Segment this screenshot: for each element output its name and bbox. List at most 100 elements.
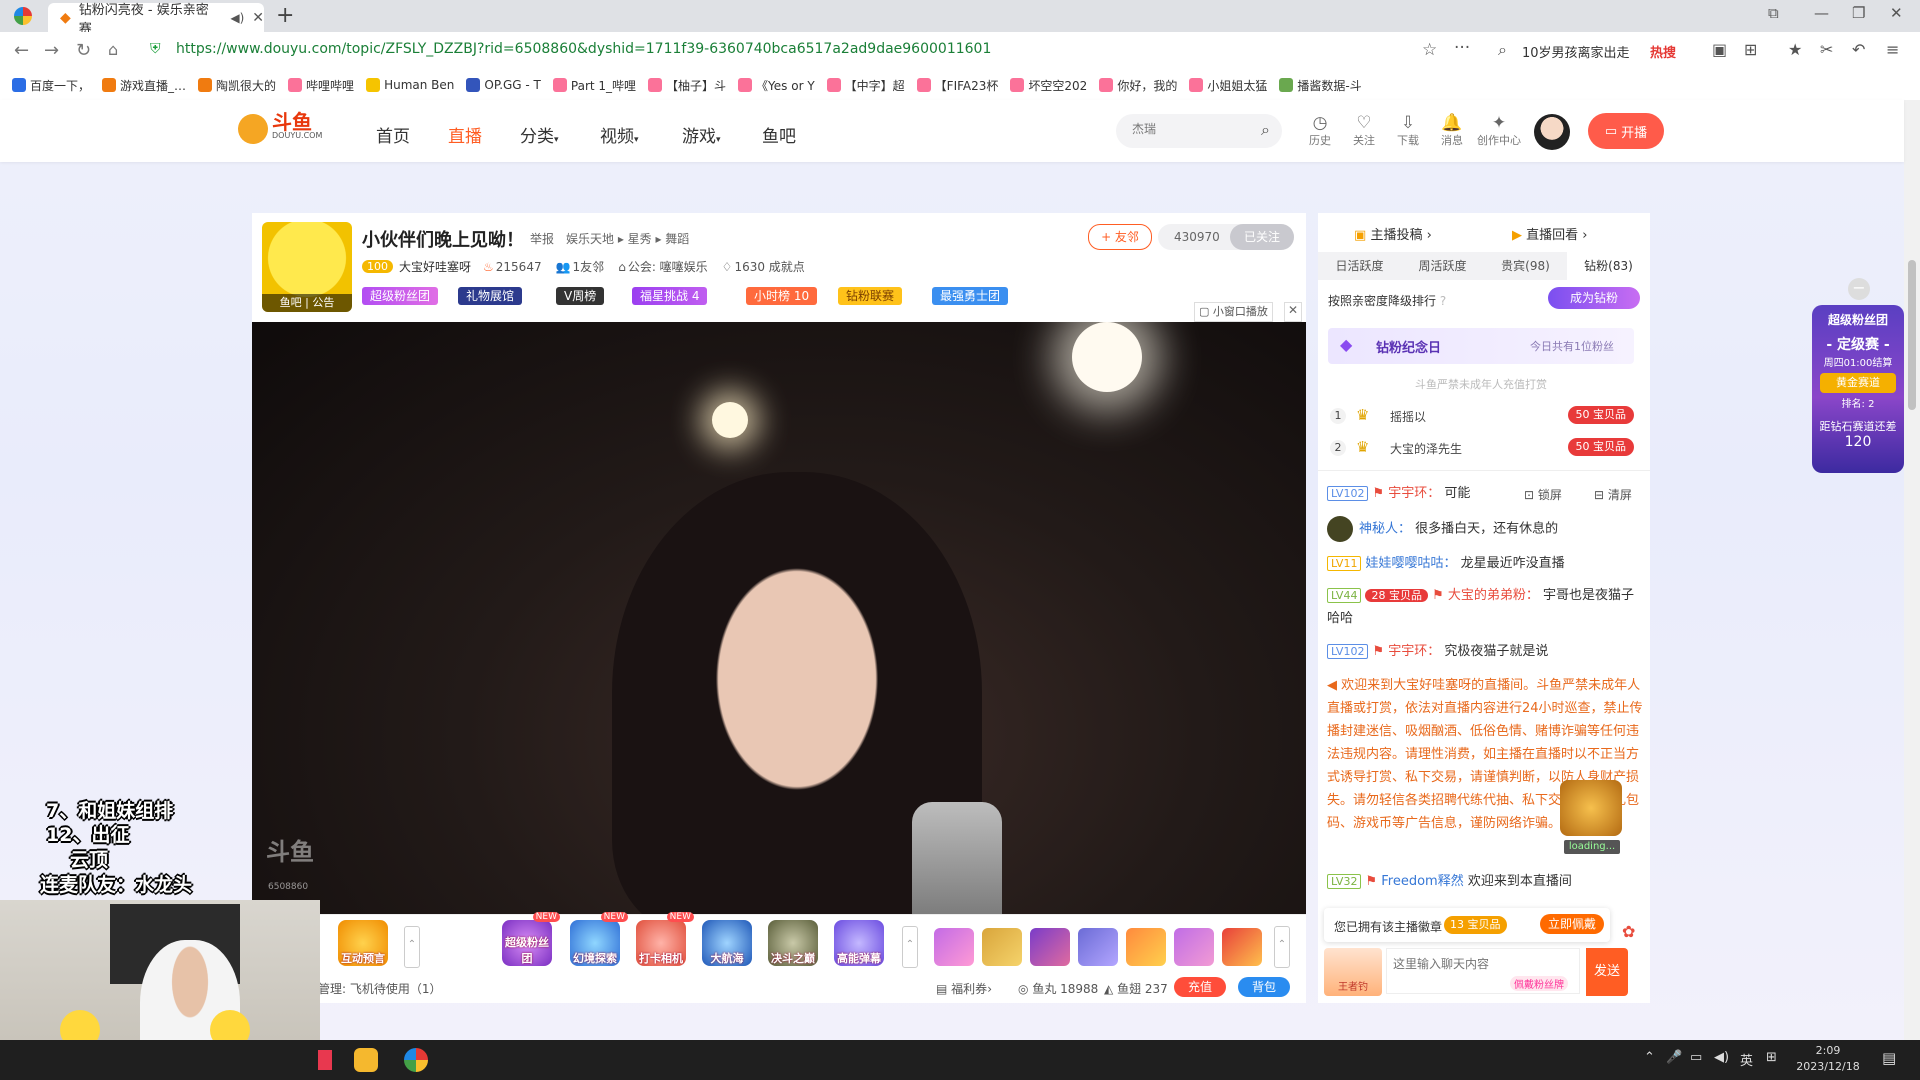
gift-checkin-camera[interactable]: NEW 打卡相机 bbox=[636, 912, 694, 966]
bookmark-item[interactable]: 【中字】超 bbox=[826, 77, 905, 94]
treasure-chest-icon[interactable] bbox=[1560, 780, 1622, 836]
nav-category[interactable]: 分类▾ bbox=[520, 122, 559, 147]
bookmark-item[interactable]: Part 1_哔哩 bbox=[552, 77, 636, 94]
backpack-button[interactable]: 背包 bbox=[1238, 977, 1290, 997]
rank-row[interactable]: 2 ♛ 大宝的泽先生 50 宝贝品 bbox=[1328, 436, 1634, 462]
video-player[interactable]: 斗鱼 6508860 bbox=[252, 322, 1306, 914]
gift-skin-item[interactable] bbox=[1174, 928, 1214, 966]
tab-daily[interactable]: 日活跃度 bbox=[1318, 252, 1401, 280]
gift-skin-item[interactable] bbox=[1078, 928, 1118, 966]
tag-diamond-league[interactable]: 钻粉联赛 bbox=[838, 287, 903, 305]
tab-weekly[interactable]: 周活跃度 bbox=[1401, 252, 1484, 280]
tag-v-week[interactable]: V周榜 bbox=[556, 287, 605, 305]
friends-count[interactable]: 1友邻 bbox=[573, 258, 605, 275]
browser-logo-icon[interactable] bbox=[14, 7, 32, 25]
gift-skin-item[interactable] bbox=[1030, 928, 1070, 966]
notice-link[interactable]: 公告 bbox=[312, 296, 334, 309]
wear-now-button[interactable]: 立即佩戴 bbox=[1539, 914, 1604, 934]
super-fans-widget[interactable]: 超级粉丝团 - 定级赛 - 周四01:00结算 黄金赛道 排名: 2 距钻石赛道… bbox=[1812, 305, 1904, 473]
tray-expand-icon[interactable]: ⌃ bbox=[1644, 1050, 1655, 1065]
gift-voyage[interactable]: 大航海 bbox=[702, 920, 752, 966]
gift-skin-item[interactable] bbox=[934, 928, 974, 966]
bookmark-item[interactable]: 《Yes or Y bbox=[738, 77, 815, 94]
clear-screen-button[interactable]: ⊟ 清屏 bbox=[1594, 486, 1632, 503]
search-icon[interactable]: ⌕ bbox=[1261, 120, 1270, 140]
gift-fantasy-explore[interactable]: NEW 幻境探索 bbox=[570, 912, 628, 966]
collapse-widget-icon[interactable]: − bbox=[1848, 278, 1870, 300]
streamer-avatar[interactable]: 鱼吧 | 公告 bbox=[262, 222, 352, 312]
expression-icon[interactable]: ✿ bbox=[1622, 922, 1635, 941]
bookmark-item[interactable]: 你好，我的 bbox=[1099, 77, 1177, 94]
nav-games[interactable]: 游戏▾ bbox=[682, 122, 721, 147]
network-icon[interactable]: ▭ bbox=[1690, 1050, 1702, 1065]
help-icon[interactable]: ? bbox=[1440, 294, 1446, 308]
skin-expand-icon[interactable]: ⌃ bbox=[1274, 926, 1290, 968]
bookmark-item[interactable]: 陶凯很大的 bbox=[198, 77, 276, 94]
new-tab-button[interactable]: + bbox=[276, 3, 294, 28]
favorites-icon[interactable]: ★ bbox=[1788, 40, 1802, 59]
keyboard-icon[interactable]: ⊞ bbox=[1766, 1050, 1777, 1065]
gift-skin-item[interactable] bbox=[982, 928, 1022, 966]
scrollbar-thumb[interactable] bbox=[1908, 260, 1916, 410]
clock[interactable]: 2:09 2023/12/18 bbox=[1792, 1043, 1864, 1075]
lock-screen-button[interactable]: ⊡ 锁屏 bbox=[1524, 486, 1562, 503]
bookmark-item[interactable]: OP.GG - T bbox=[466, 78, 541, 92]
gift-duel-peak[interactable]: 决斗之巅 bbox=[768, 920, 818, 966]
page-scrollbar[interactable] bbox=[1904, 100, 1920, 1040]
taskbar-app-icon[interactable] bbox=[318, 1050, 332, 1070]
hot-search-badge[interactable]: 热搜 bbox=[1650, 42, 1676, 61]
fan-badge-toggle[interactable]: 佩戴粉丝牌 bbox=[1510, 976, 1568, 991]
gift-expand-icon[interactable]: ⌃ bbox=[902, 926, 918, 968]
search-icon[interactable]: ⌕ bbox=[1498, 40, 1507, 60]
tab-close-icon[interactable]: ✕ bbox=[252, 10, 264, 26]
follow-button[interactable]: ♡ 关注 bbox=[1346, 114, 1382, 148]
undo-icon[interactable]: ↶ bbox=[1852, 40, 1865, 59]
bookmark-item[interactable]: 小姐姐太猛 bbox=[1189, 77, 1267, 94]
anchor-posts-tab[interactable]: ▣ 主播投稿 › bbox=[1354, 224, 1432, 243]
bookmark-item[interactable]: Human Ben bbox=[366, 78, 454, 92]
followed-button[interactable]: 已关注 bbox=[1230, 224, 1294, 250]
volume-icon[interactable]: ◀) bbox=[1714, 1050, 1729, 1065]
report-link[interactable]: 举报 bbox=[530, 230, 554, 247]
gift-interactive-prediction[interactable]: 互动预言 bbox=[338, 920, 388, 966]
window-maximize-icon[interactable]: ❐ bbox=[1852, 4, 1865, 22]
forward-icon[interactable]: → bbox=[44, 40, 59, 61]
ime-indicator[interactable]: 英 bbox=[1740, 1050, 1753, 1069]
gift-skin-item[interactable] bbox=[1222, 928, 1262, 966]
nav-fishbar[interactable]: 鱼吧 bbox=[762, 122, 796, 147]
close-mini-icon[interactable]: ✕ bbox=[1284, 302, 1302, 322]
site-logo[interactable]: 斗鱼 DOUYU.COM bbox=[238, 112, 322, 144]
creator-center-button[interactable]: ✦ 创作中心 bbox=[1474, 114, 1524, 148]
tag-super-fans[interactable]: 超级粉丝团 bbox=[362, 287, 439, 305]
history-button[interactable]: ◷ 历史 bbox=[1302, 114, 1338, 148]
home-icon[interactable]: ⌂ bbox=[108, 40, 118, 59]
recharge-button[interactable]: 充值 bbox=[1174, 977, 1226, 997]
add-friend-button[interactable]: + 友邻 bbox=[1088, 224, 1152, 250]
notification-icon[interactable]: ▤ bbox=[1882, 1049, 1896, 1067]
back-icon[interactable]: ← bbox=[14, 40, 29, 61]
user-avatar[interactable] bbox=[1534, 114, 1570, 150]
breadcrumb[interactable]: 娱乐天地 ▸ 星秀 ▸ 舞蹈 bbox=[566, 230, 689, 247]
more-icon[interactable]: ··· bbox=[1454, 38, 1470, 58]
send-button[interactable]: 发送 bbox=[1586, 948, 1628, 996]
fishbar-link[interactable]: 鱼吧 bbox=[280, 296, 302, 309]
streamer-name[interactable]: 大宝好哇塞呀 bbox=[399, 258, 471, 275]
tab-diamond[interactable]: 钻粉(83) bbox=[1567, 252, 1650, 280]
bookmark-item[interactable]: 坏空空202 bbox=[1010, 77, 1087, 94]
sidebar-icon[interactable]: ▣ bbox=[1712, 40, 1727, 59]
reload-icon[interactable]: ↻ bbox=[76, 40, 91, 61]
rank-row[interactable]: 1 ♛ 摇摇以 50 宝贝品 bbox=[1328, 404, 1634, 430]
window-minimize-icon[interactable]: — bbox=[1814, 4, 1829, 22]
url-field[interactable]: https://www.douyu.com/topic/ZFSLY_DZZBJ?… bbox=[176, 41, 991, 57]
hot-search-text[interactable]: 10岁男孩离家出走 bbox=[1522, 42, 1630, 61]
nav-live[interactable]: 直播 bbox=[448, 122, 482, 147]
cut-icon[interactable]: ✂ bbox=[1820, 40, 1833, 59]
tab-audio-icon[interactable]: ◀) bbox=[230, 11, 244, 25]
taskbar-browser-icon[interactable] bbox=[404, 1048, 428, 1072]
gift-super-fans[interactable]: NEW 超级粉丝团 bbox=[502, 912, 560, 966]
anniversary-banner[interactable]: ◆ 钻粉纪念日 今日共有1位粉丝 bbox=[1328, 328, 1634, 364]
gift-skin-item[interactable] bbox=[1126, 928, 1166, 966]
king-fish-button[interactable]: 王者钓 bbox=[1324, 948, 1382, 996]
tag-hour-rank[interactable]: 小时榜 10 bbox=[746, 287, 818, 305]
taskbar-douyu-icon[interactable] bbox=[354, 1048, 378, 1072]
